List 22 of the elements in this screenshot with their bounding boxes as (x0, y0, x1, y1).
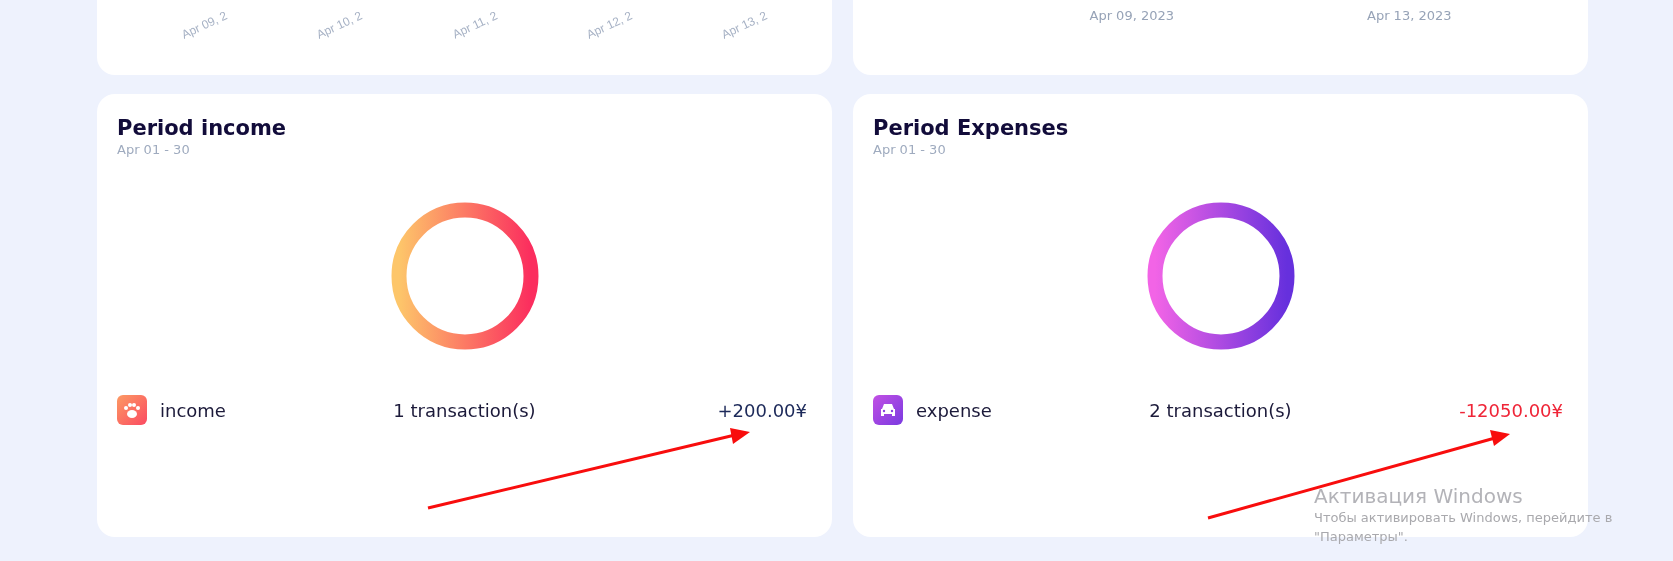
activation-text: Чтобы активировать Windows, перейдите в (1314, 509, 1613, 527)
category-name: expense (916, 399, 992, 421)
axis-label: Apr 09, 2 (179, 8, 230, 42)
paw-icon (117, 395, 147, 425)
car-icon (873, 395, 903, 425)
amount: +200.00¥ (717, 399, 808, 421)
activation-text: "Параметры". (1314, 528, 1409, 546)
transaction-count: 2 transaction(s) (1149, 399, 1292, 421)
axis-label: Apr 12, 2 (584, 8, 635, 42)
category-name: income (160, 399, 226, 421)
axis-label: Apr 11, 2 (449, 8, 500, 42)
card-title: Period Expenses (873, 116, 1070, 140)
date-range: Apr 01 - 30 (117, 142, 191, 157)
axis-label: Apr 13, 2023 (1367, 8, 1452, 23)
activation-title: Активация Windows (1314, 484, 1524, 508)
card-title: Period income (117, 116, 288, 140)
axis-label: Apr 09, 2023 (1089, 8, 1174, 23)
date-range: Apr 01 - 30 (873, 142, 947, 157)
axis-label: Apr 13, 2 (719, 8, 770, 42)
amount: -12050.00¥ (1459, 399, 1564, 421)
axis-label: Apr 10, 2 (314, 8, 365, 42)
transaction-count: 1 transaction(s) (393, 399, 536, 421)
